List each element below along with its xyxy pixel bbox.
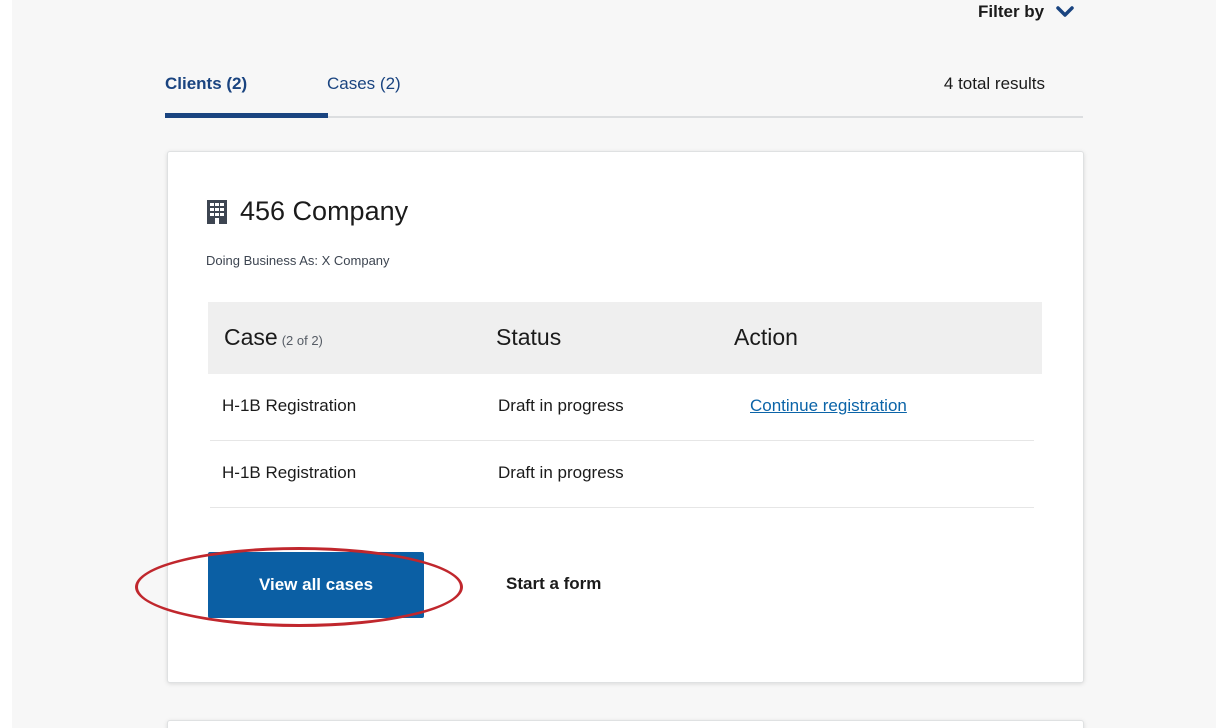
column-header-case: Case (2 of 2) xyxy=(224,324,323,351)
company-header: 456 Company xyxy=(206,196,408,227)
filter-by-label: Filter by xyxy=(978,2,1045,21)
page-edge-right xyxy=(1216,0,1230,728)
tab-cases[interactable]: Cases (2) xyxy=(327,74,401,94)
next-client-card xyxy=(167,720,1084,728)
company-name: 456 Company xyxy=(240,196,409,226)
column-header-action: Action xyxy=(734,324,798,350)
cases-table: Case (2 of 2) Status Action H-1B Registra… xyxy=(208,302,1042,508)
page: Filter by Clients (2) Cases (2) 4 total … xyxy=(0,0,1230,728)
case-type: H-1B Registration xyxy=(222,463,357,482)
client-card: 456 Company Doing Business As: X Company… xyxy=(167,151,1084,683)
building-icon xyxy=(206,199,228,225)
total-results-count: 4 total results xyxy=(943,74,1045,93)
case-status: Draft in progress xyxy=(498,463,624,482)
table-row: H-1B Registration Draft in progress Cont… xyxy=(210,374,1034,441)
continue-registration-link[interactable]: Continue registration xyxy=(750,396,907,416)
results-tabs: Clients (2) Cases (2) 4 total results xyxy=(165,68,1083,118)
column-header-status: Status xyxy=(496,324,562,350)
case-status: Draft in progress xyxy=(498,396,624,415)
view-all-cases-button[interactable]: View all cases xyxy=(208,552,424,618)
chevron-down-icon[interactable] xyxy=(1056,5,1074,19)
start-a-form-button[interactable]: Start a form xyxy=(506,574,601,594)
column-header-case-label: Case xyxy=(224,324,278,350)
page-edge-left xyxy=(0,0,12,728)
table-header: Case (2 of 2) Status Action xyxy=(208,302,1042,374)
active-tab-indicator xyxy=(165,113,328,118)
case-count: (2 of 2) xyxy=(281,333,323,348)
table-row: H-1B Registration Draft in progress xyxy=(210,441,1034,508)
tab-clients[interactable]: Clients (2) xyxy=(165,74,247,94)
filter-by-toggle[interactable]: Filter by xyxy=(978,2,1074,22)
doing-business-as: Doing Business As: X Company xyxy=(206,253,390,268)
case-type: H-1B Registration xyxy=(222,396,357,415)
